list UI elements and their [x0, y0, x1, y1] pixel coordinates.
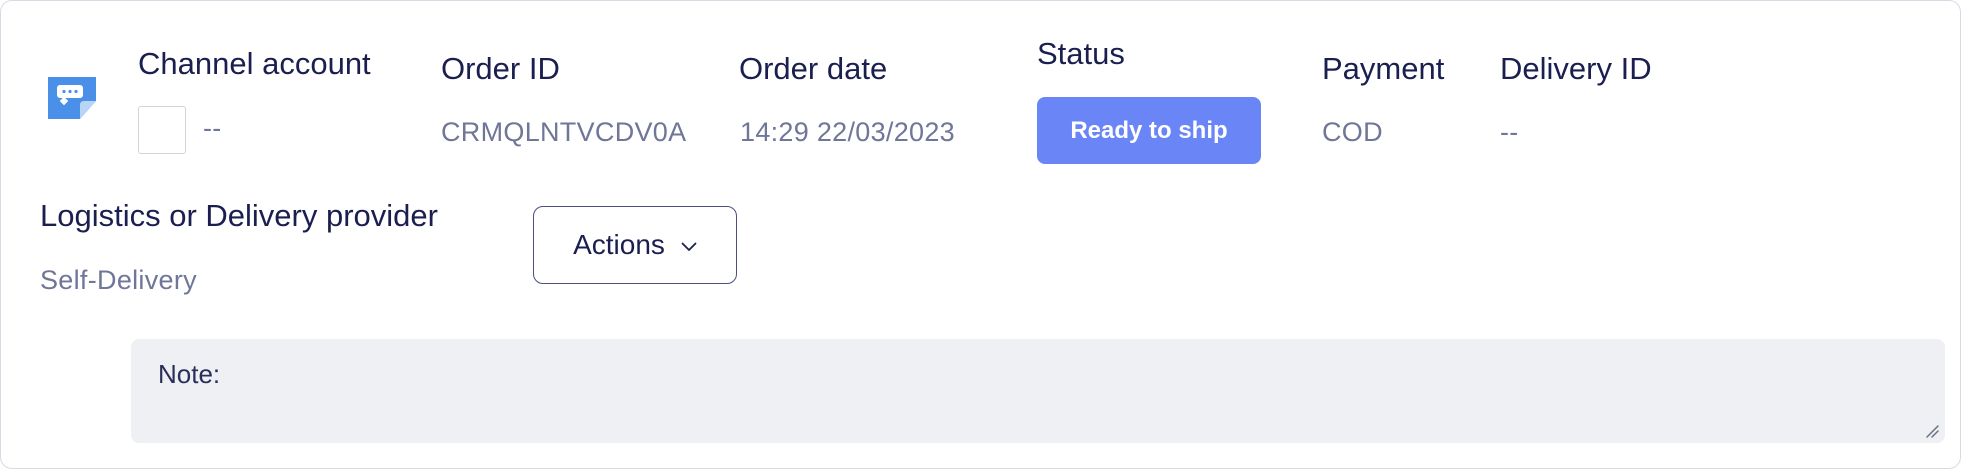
order-date-heading: Order date — [739, 51, 888, 86]
note-textarea[interactable]: Note: — [131, 339, 1945, 443]
actions-label: Actions — [573, 229, 665, 260]
actions-dropdown-button[interactable]: Actions — [533, 206, 737, 284]
order-date-value: 14:29 22/03/2023 — [740, 117, 955, 147]
order-id-heading: Order ID — [441, 51, 560, 86]
logistics-heading: Logistics or Delivery provider — [40, 198, 438, 233]
delivery-id-value: -- — [1500, 117, 1519, 147]
note-label: Note: — [158, 359, 221, 389]
delivery-id-heading: Delivery ID — [1500, 51, 1652, 86]
status-badge[interactable]: Ready to ship — [1037, 97, 1261, 164]
payment-heading: Payment — [1322, 51, 1445, 86]
channel-account-checkbox[interactable] — [138, 106, 186, 154]
payment-value: COD — [1322, 117, 1383, 147]
status-heading: Status — [1037, 36, 1125, 71]
logistics-value: Self-Delivery — [40, 265, 197, 295]
channel-account-value: -- — [203, 113, 222, 143]
chat-bubble-icon — [44, 73, 100, 123]
order-card: Channel account -- Order ID CRMQLNTVCDV0… — [0, 0, 1961, 469]
channel-account-heading: Channel account — [138, 46, 371, 81]
order-id-value: CRMQLNTVCDV0A — [441, 117, 687, 147]
chevron-down-icon — [681, 238, 697, 252]
resize-handle-icon[interactable] — [1925, 424, 1939, 438]
